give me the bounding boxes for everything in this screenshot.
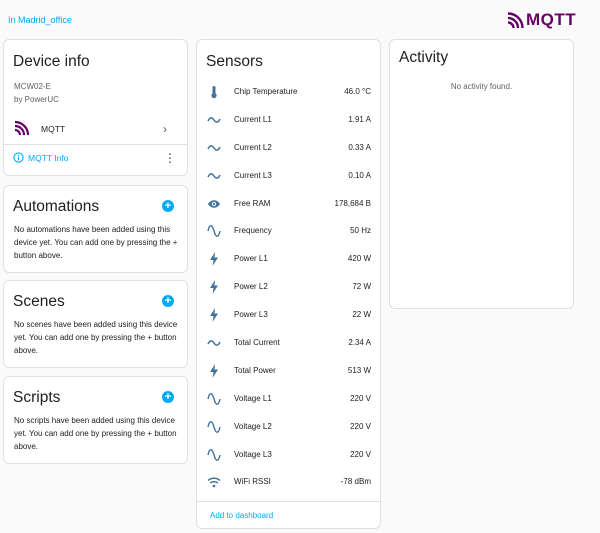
- sensor-row[interactable]: Free RAM 178,684 B: [197, 190, 380, 218]
- flash-icon: [207, 280, 221, 295]
- flash-icon: [207, 252, 221, 267]
- sensor-name: Current L1: [234, 114, 272, 124]
- sensors-card: Sensors Chip Temperature 46.0 °C Current L…: [196, 39, 381, 529]
- info-icon: [13, 152, 24, 163]
- sensor-name: Voltage L3: [234, 449, 272, 459]
- sensor-value: 220 V: [350, 449, 371, 459]
- mqtt-logo-icon: [508, 12, 524, 28]
- current-ac-icon: [207, 141, 221, 155]
- sensor-name: Current L3: [234, 170, 272, 180]
- device-info-card: Device info MCW02-E by PowerUC MQTT › MQ…: [3, 39, 188, 176]
- sensor-value: 1.91 A: [348, 114, 371, 124]
- sensor-name: Total Power: [234, 365, 276, 375]
- top-bar: In Madrid_office MQTT: [0, 0, 600, 40]
- integration-row-mqtt[interactable]: MQTT ›: [4, 116, 187, 142]
- mqtt-logo: MQTT: [508, 10, 576, 30]
- device-model: MCW02-E: [14, 82, 51, 91]
- scripts-empty-text: No scripts have been added using this de…: [14, 416, 177, 451]
- sensor-row[interactable]: Current L1 1.91 A: [197, 106, 380, 134]
- sensor-row[interactable]: Power L2 72 W: [197, 273, 380, 301]
- mqtt-info-label: MQTT Info: [28, 152, 69, 163]
- automations-card: Automations + No automations have been a…: [3, 185, 188, 273]
- sensor-name: Power L1: [234, 254, 268, 264]
- sensor-name: Voltage L2: [234, 421, 272, 431]
- current-ac-icon: [207, 113, 221, 127]
- activity-card: Activity No activity found.: [389, 39, 574, 309]
- sine-wave-icon: [207, 448, 221, 462]
- sensors-title: Sensors: [206, 53, 263, 70]
- sensor-row[interactable]: Voltage L2 220 V: [197, 413, 380, 441]
- scenes-empty-text: No scenes have been added using this dev…: [14, 320, 178, 355]
- sensor-row[interactable]: WiFi RSSI -78 dBm: [197, 468, 380, 496]
- sine-wave-icon: [207, 224, 221, 238]
- sensor-row[interactable]: Total Power 513 W: [197, 357, 380, 385]
- sine-wave-icon: [207, 420, 221, 434]
- automations-empty-text: No automations have been added using thi…: [14, 225, 178, 260]
- sensor-name: Free RAM: [234, 198, 271, 208]
- mqtt-integration-icon: [14, 120, 30, 141]
- scenes-card: Scenes + No scenes have been added using…: [3, 280, 188, 368]
- sensor-row[interactable]: Current L2 0.33 A: [197, 134, 380, 162]
- sensor-value: 46.0 °C: [344, 87, 371, 96]
- sensor-row[interactable]: Power L1 420 W: [197, 245, 380, 273]
- flash-icon: [207, 363, 221, 378]
- sine-wave-icon: [207, 392, 221, 406]
- sensor-name: WiFi RSSI: [234, 477, 271, 487]
- divider: [197, 501, 380, 502]
- activity-title: Activity: [399, 49, 449, 66]
- sensor-row[interactable]: Current L3 0.10 A: [197, 162, 380, 190]
- activity-empty-text: No activity found.: [450, 82, 513, 91]
- mqtt-logo-text: MQTT: [526, 10, 577, 29]
- current-ac-icon: [207, 169, 221, 183]
- add-script-button[interactable]: +: [162, 391, 174, 403]
- sensor-name: Voltage L1: [234, 393, 272, 403]
- scripts-title: Scripts: [13, 389, 61, 406]
- scenes-title: Scenes: [13, 293, 65, 310]
- mqtt-info-link[interactable]: MQTT Info: [13, 152, 68, 163]
- sensor-name: Frequency: [234, 226, 272, 236]
- add-to-dashboard-button[interactable]: Add to dashboard: [210, 511, 273, 520]
- scripts-card: Scripts + No scripts have been added usi…: [3, 376, 188, 464]
- sensor-value: 0.33 A: [348, 142, 371, 152]
- sensor-name: Chip Temperature: [234, 87, 298, 96]
- device-manufacturer: by PowerUC: [14, 95, 59, 104]
- sensor-value: 220 V: [350, 421, 371, 431]
- flash-icon: [207, 308, 221, 323]
- current-ac-icon: [207, 336, 221, 350]
- chevron-right-icon: ›: [163, 122, 167, 136]
- integration-label: MQTT: [41, 124, 66, 134]
- device-info-title: Device info: [13, 53, 90, 70]
- sensor-value: 220 V: [350, 393, 371, 403]
- sensor-value: 0.10 A: [348, 170, 371, 180]
- sensor-row[interactable]: Frequency 50 Hz: [197, 217, 380, 245]
- automations-title: Automations: [13, 198, 100, 215]
- add-scene-button[interactable]: +: [162, 295, 174, 307]
- sensor-value: 50 Hz: [350, 226, 371, 236]
- sensor-name: Current L2: [234, 142, 272, 152]
- add-automation-button[interactable]: +: [162, 200, 174, 212]
- sensor-value: 178,684 B: [334, 198, 371, 208]
- sensor-name: Power L3: [234, 310, 268, 320]
- divider: [4, 144, 187, 145]
- thermometer-icon: [207, 85, 221, 99]
- sensor-row[interactable]: Power L3 22 W: [197, 301, 380, 329]
- area-link[interactable]: In Madrid_office: [8, 15, 72, 25]
- sensor-value: 22 W: [352, 310, 371, 320]
- sensor-row[interactable]: Voltage L1 220 V: [197, 385, 380, 413]
- sensor-value: 2.34 A: [348, 338, 371, 348]
- more-options-icon[interactable]: ⋮: [164, 152, 176, 164]
- sensor-value: 513 W: [347, 365, 371, 375]
- sensor-row[interactable]: Total Current 2.34 A: [197, 329, 380, 357]
- sensor-value: -78 dBm: [340, 477, 371, 487]
- sensor-row[interactable]: Chip Temperature 46.0 °C: [197, 78, 380, 106]
- sensor-value: 72 W: [352, 282, 371, 292]
- wifi-icon: [207, 475, 221, 489]
- eye-icon: [207, 197, 221, 211]
- sensor-row[interactable]: Voltage L3 220 V: [197, 441, 380, 469]
- sensor-name: Power L2: [234, 282, 268, 292]
- sensor-list: Chip Temperature 46.0 °C Current L1 1.91 AC…: [197, 78, 380, 496]
- sensor-name: Total Current: [234, 338, 280, 348]
- sensor-value: 420 W: [347, 254, 371, 264]
